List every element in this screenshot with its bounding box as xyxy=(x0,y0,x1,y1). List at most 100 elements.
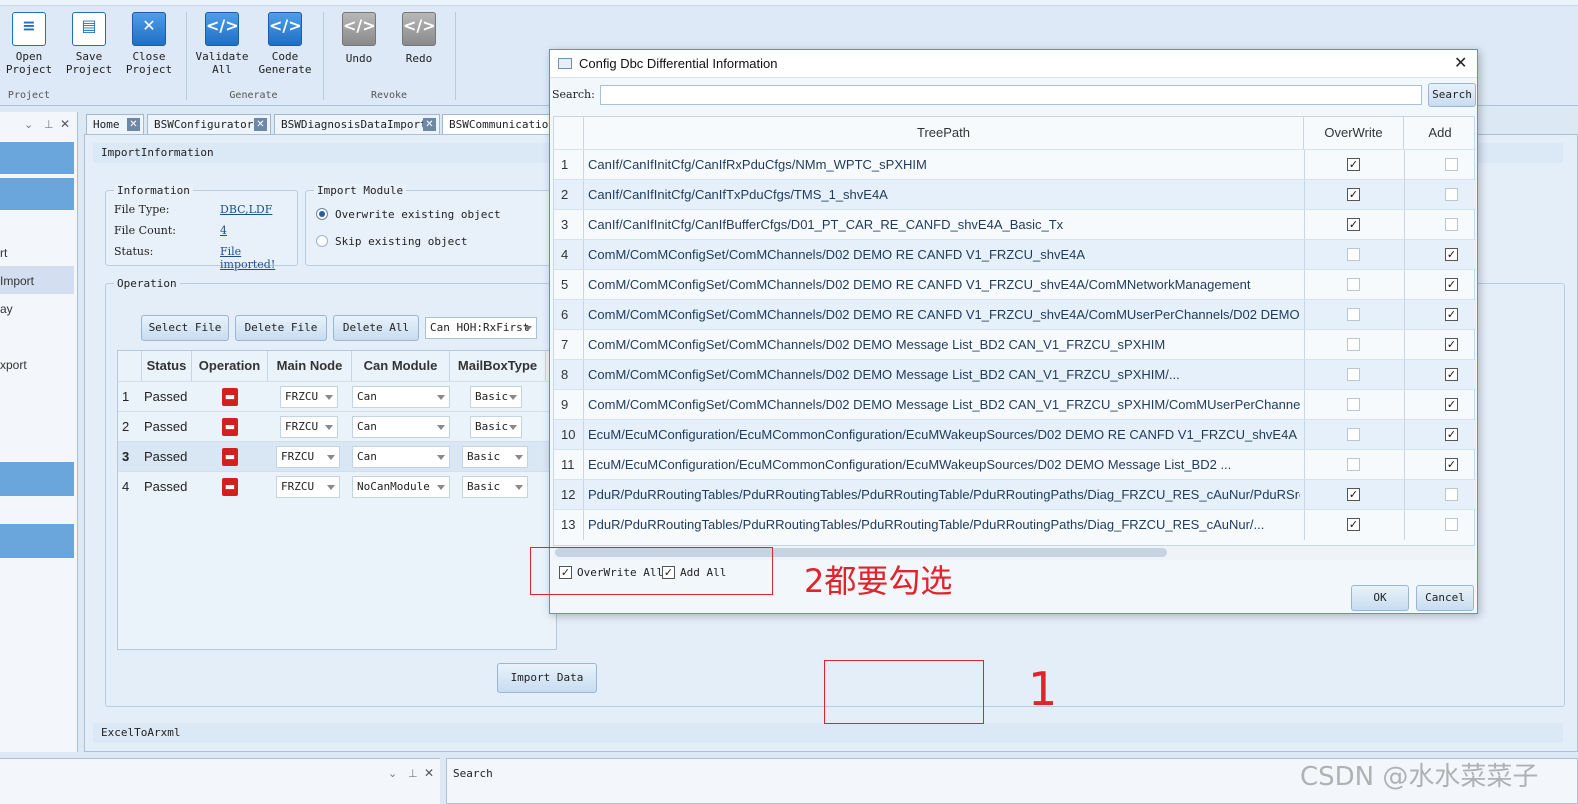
select-file-button[interactable]: Select File xyxy=(141,315,229,341)
overwrite-checkbox[interactable]: ✓ xyxy=(1347,518,1360,531)
panel-item[interactable]: xport xyxy=(0,358,27,372)
add-checkbox[interactable]: ✓ xyxy=(1445,458,1458,471)
overwrite-checkbox[interactable] xyxy=(1347,308,1360,321)
can-module-combo[interactable]: Can xyxy=(352,446,450,468)
save-project-button[interactable]: ▤ Save Project xyxy=(60,10,118,84)
mailbox-type-combo[interactable]: Basic xyxy=(462,446,528,468)
add-checkbox[interactable] xyxy=(1445,518,1458,531)
table-row[interactable]: 1 Passed ▬ FRZCU Can Basic xyxy=(118,381,558,411)
table-row[interactable]: 2 Passed ▬ FRZCU Can Basic xyxy=(118,411,558,441)
grid-header-mailbox-type[interactable]: MailBoxType xyxy=(450,351,546,381)
add-checkbox[interactable]: ✓ xyxy=(1445,338,1458,351)
pin-icon[interactable]: ⊥ xyxy=(44,118,54,131)
tab-close-icon[interactable]: ✕ xyxy=(423,118,436,131)
table-row[interactable]: 3 CanIf/CanIfInitCfg/CanIfBufferCfgs/D01_… xyxy=(554,209,1476,240)
add-checkbox[interactable] xyxy=(1445,488,1458,501)
redo-button[interactable]: </> Redo xyxy=(390,10,448,84)
file-count-link[interactable]: 4 xyxy=(220,224,227,237)
undo-button[interactable]: </> Undo xyxy=(330,10,388,84)
panel-block[interactable] xyxy=(0,524,74,558)
add-checkbox[interactable]: ✓ xyxy=(1445,368,1458,381)
add-checkbox[interactable] xyxy=(1445,158,1458,171)
overwrite-checkbox[interactable] xyxy=(1347,458,1360,471)
close-project-button[interactable]: ✕ Close Project xyxy=(120,10,178,84)
add-checkbox[interactable] xyxy=(1445,188,1458,201)
panel-block[interactable] xyxy=(0,462,74,496)
table-row-selected[interactable]: 3 Passed ▬ FRZCU Can Basic xyxy=(118,441,558,471)
panel-item-selected[interactable]: Import xyxy=(0,274,34,288)
panel-item[interactable]: ay xyxy=(0,302,13,316)
panel-dropdown-icon[interactable]: ⌄ xyxy=(388,767,397,780)
add-checkbox[interactable]: ✓ xyxy=(1445,398,1458,411)
table-row[interactable]: 9 ComM/ComMConfigSet/ComMChannels/D02 DEM… xyxy=(554,389,1476,420)
grid-header-status[interactable]: Status xyxy=(142,351,192,381)
overwrite-checkbox[interactable] xyxy=(1347,338,1360,351)
dialog-search-input[interactable] xyxy=(600,85,1422,105)
table-row[interactable]: 13 PduR/PduRRoutingTables/PduRRoutingTabl… xyxy=(554,509,1476,540)
overwrite-checkbox[interactable]: ✓ xyxy=(1347,158,1360,171)
overwrite-checkbox[interactable]: ✓ xyxy=(1347,218,1360,231)
delete-file-button[interactable]: Delete File xyxy=(235,315,327,341)
file-type-link[interactable]: DBC,LDF xyxy=(220,203,272,216)
main-node-combo[interactable]: FRZCU xyxy=(280,416,338,438)
table-row[interactable]: 12 PduR/PduRRoutingTables/PduRRoutingTabl… xyxy=(554,479,1476,510)
table-row[interactable]: 5 ComM/ComMConfigSet/ComMChannels/D02 DEM… xyxy=(554,269,1476,300)
table-row[interactable]: 6 ComM/ComMConfigSet/ComMChannels/D02 DEM… xyxy=(554,299,1476,330)
tab-bswcommunication[interactable]: BSWCommunicationD xyxy=(442,114,550,134)
table-row[interactable]: 4 ComM/ComMConfigSet/ComMChannels/D02 DEM… xyxy=(554,239,1476,270)
panel-block[interactable] xyxy=(0,178,74,210)
main-node-combo[interactable]: FRZCU xyxy=(280,386,338,408)
dialog-search-button[interactable]: Search xyxy=(1428,83,1476,107)
main-node-combo[interactable]: FRZCU xyxy=(276,446,340,468)
table-row[interactable]: 1 CanIf/CanIfInitCfg/CanIfRxPduCfgs/NMm_W… xyxy=(554,149,1476,180)
tab-bswconfigurator[interactable]: BSWConfigurator ✕ xyxy=(147,114,271,134)
skip-option-label[interactable]: Skip existing object xyxy=(335,235,467,248)
panel-dropdown-icon[interactable]: ⌄ xyxy=(24,118,33,131)
table-row[interactable]: 2 CanIf/CanIfInitCfg/CanIfTxPduCfgs/TMS_1… xyxy=(554,179,1476,210)
panel-block[interactable] xyxy=(0,142,74,174)
table-row[interactable]: 8 ComM/ComMConfigSet/ComMChannels/D02 DEM… xyxy=(554,359,1476,390)
skip-radio[interactable] xyxy=(316,235,328,247)
overwrite-checkbox[interactable] xyxy=(1347,368,1360,381)
trash-icon[interactable]: ▬ xyxy=(222,448,238,466)
add-checkbox[interactable]: ✓ xyxy=(1445,248,1458,261)
mailbox-type-combo[interactable]: Basic xyxy=(470,386,522,408)
pin-icon[interactable]: ⊥ xyxy=(408,767,418,780)
overwrite-checkbox[interactable] xyxy=(1347,278,1360,291)
add-checkbox[interactable] xyxy=(1445,218,1458,231)
add-checkbox[interactable]: ✓ xyxy=(1445,278,1458,291)
grid-header-operation[interactable]: Operation xyxy=(192,351,268,381)
diff-header-treepath[interactable]: TreePath xyxy=(584,117,1304,149)
tab-close-icon[interactable]: ✕ xyxy=(127,118,140,131)
overwrite-radio[interactable] xyxy=(316,208,328,220)
can-module-combo[interactable]: NoCanModule xyxy=(352,476,450,498)
close-icon[interactable]: ✕ xyxy=(60,117,70,131)
cancel-button[interactable]: Cancel xyxy=(1416,585,1474,611)
table-row[interactable]: 11 EcuM/EcuMConfiguration/EcuMCommonConfi… xyxy=(554,449,1476,480)
tab-close-icon[interactable]: ✕ xyxy=(254,118,267,131)
panel-item[interactable]: rt xyxy=(0,246,7,260)
close-icon[interactable]: ✕ xyxy=(424,766,434,780)
status-link[interactable]: File imported! xyxy=(220,245,297,271)
overwrite-checkbox[interactable]: ✓ xyxy=(1347,488,1360,501)
trash-icon[interactable]: ▬ xyxy=(222,388,238,406)
grid-header-main-node[interactable]: Main Node xyxy=(268,351,352,381)
import-data-button[interactable]: Import Data xyxy=(497,663,597,693)
diff-header-add[interactable]: Add xyxy=(1404,117,1476,149)
overwrite-checkbox[interactable] xyxy=(1347,398,1360,411)
overwrite-checkbox[interactable]: ✓ xyxy=(1347,188,1360,201)
add-checkbox[interactable]: ✓ xyxy=(1445,428,1458,441)
code-generate-button[interactable]: </> Code Generate xyxy=(256,10,314,84)
hoh-combo[interactable]: Can HOH:RxFirst xyxy=(425,317,537,339)
close-icon[interactable]: ✕ xyxy=(1454,53,1467,72)
validate-all-button[interactable]: </> Validate All xyxy=(193,10,251,84)
overwrite-checkbox[interactable] xyxy=(1347,428,1360,441)
add-checkbox[interactable]: ✓ xyxy=(1445,308,1458,321)
tab-bswdiagnosisdataimport[interactable]: BSWDiagnosisDataImport ✕ xyxy=(274,114,440,134)
grid-header-can-module[interactable]: Can Module xyxy=(352,351,450,381)
open-project-button[interactable]: ≡ Open Project xyxy=(0,10,58,84)
can-module-combo[interactable]: Can xyxy=(352,386,450,408)
table-row[interactable]: 10 EcuM/EcuMConfiguration/EcuMCommonConfi… xyxy=(554,419,1476,450)
trash-icon[interactable]: ▬ xyxy=(222,418,238,436)
overwrite-checkbox[interactable] xyxy=(1347,248,1360,261)
